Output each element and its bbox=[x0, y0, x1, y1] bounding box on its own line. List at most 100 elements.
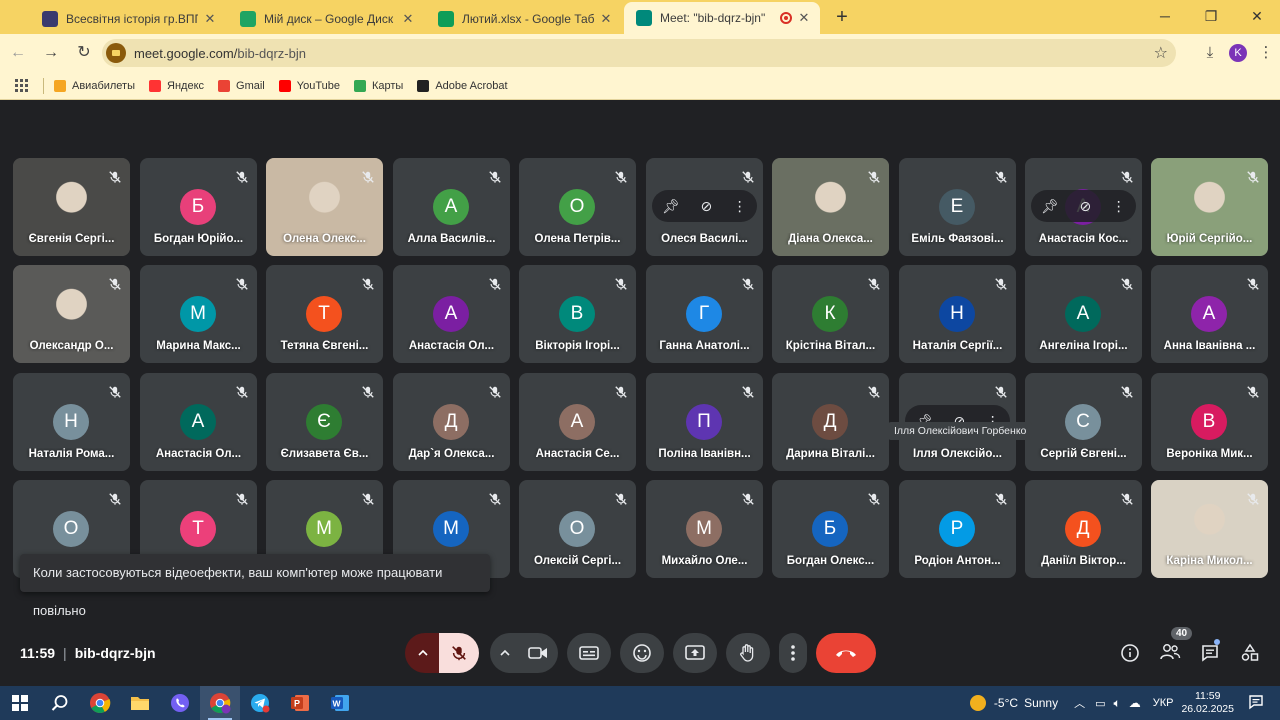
participant-tile[interactable]: М Марина Макс... bbox=[140, 265, 257, 363]
start-button[interactable] bbox=[0, 686, 40, 720]
bookmark-item[interactable]: Яндекс bbox=[149, 79, 204, 92]
volume-icon[interactable]: 🔈︎ bbox=[1114, 696, 1121, 711]
more-vert-icon[interactable]: ⋮ bbox=[1112, 198, 1126, 215]
participant-tile[interactable]: Б Богдан Юрійо... bbox=[140, 158, 257, 256]
file-explorer-app[interactable] bbox=[120, 686, 160, 720]
participant-tile[interactable]: 📌︎ ⊘ ⋮ Олеся Василі... bbox=[646, 158, 763, 256]
participant-tile[interactable]: О Олексій Сергі... bbox=[519, 480, 636, 578]
clock[interactable]: 11:59 26.02.2025 bbox=[1181, 690, 1234, 716]
participant-tile[interactable]: А Анна Іванівна ... bbox=[1151, 265, 1268, 363]
word-app[interactable]: W bbox=[320, 686, 360, 720]
new-tab-button[interactable]: + bbox=[828, 4, 856, 32]
captions-button[interactable] bbox=[567, 633, 611, 673]
participant-tile[interactable]: Р Родіон Антон... bbox=[899, 480, 1016, 578]
participant-tile[interactable]: Каріна Микол... bbox=[1151, 480, 1268, 578]
participant-tile[interactable]: А Анастасія Ол... bbox=[140, 373, 257, 471]
more-options-button[interactable] bbox=[779, 633, 807, 673]
participant-tile[interactable]: К Крістіна Вітал... bbox=[772, 265, 889, 363]
participant-tile[interactable]: А Анастасія Ол... bbox=[393, 265, 510, 363]
viber-app[interactable] bbox=[160, 686, 200, 720]
chrome-app[interactable] bbox=[80, 686, 120, 720]
participant-tile[interactable]: Б Богдан Олекс... bbox=[772, 480, 889, 578]
bookmark-item[interactable]: Gmail bbox=[218, 79, 265, 92]
minimize-button[interactable]: ─ bbox=[1142, 4, 1188, 28]
participant-tile[interactable]: Євгенія Сергі... bbox=[13, 158, 130, 256]
raise-hand-button[interactable] bbox=[726, 633, 770, 673]
chrome-app-active[interactable] bbox=[200, 686, 240, 720]
participant-tile[interactable]: П Поліна Іванівн... bbox=[646, 373, 763, 471]
reload-button[interactable]: ↻ bbox=[69, 38, 99, 68]
more-vert-icon[interactable]: ⋮ bbox=[733, 198, 747, 215]
browser-tab[interactable]: Лютий.xlsx - Google Таблиці ✕ bbox=[426, 4, 622, 34]
participant-tile[interactable]: А📌︎⊘⋮Анастасія Кос... bbox=[1025, 158, 1142, 256]
bookmark-item[interactable]: Adobe Acrobat bbox=[417, 79, 508, 92]
profile-avatar[interactable]: K bbox=[1229, 44, 1247, 62]
close-tab-icon[interactable]: ✕ bbox=[400, 11, 416, 27]
people-button[interactable] bbox=[1158, 643, 1182, 667]
reactions-button[interactable] bbox=[620, 633, 664, 673]
participant-tile[interactable]: О Олена Петрів... bbox=[519, 158, 636, 256]
browser-tab[interactable]: Meet: "bib-dqrz-bjn" ✕ bbox=[624, 2, 820, 34]
battery-icon[interactable]: ▭ bbox=[1095, 697, 1105, 710]
participant-tile[interactable]: Юрій Сергійо... bbox=[1151, 158, 1268, 256]
bookmark-item[interactable]: YouTube bbox=[278, 79, 340, 92]
weather-text[interactable]: Sunny bbox=[1024, 696, 1058, 710]
search-button[interactable] bbox=[40, 686, 80, 720]
participant-tile[interactable]: Д Дар`я Олекса... bbox=[393, 373, 510, 471]
leave-call-button[interactable] bbox=[816, 633, 876, 673]
participant-tile[interactable]: Є Єлизавета Єв... bbox=[266, 373, 383, 471]
mic-options-button[interactable] bbox=[405, 633, 441, 673]
bookmark-item[interactable]: Карты bbox=[353, 79, 403, 92]
participant-tile[interactable]: А Анастасія Се... bbox=[519, 373, 636, 471]
forward-button[interactable]: → bbox=[36, 38, 66, 68]
mic-toggle-button[interactable] bbox=[439, 633, 479, 673]
language-indicator[interactable]: УКР bbox=[1153, 697, 1174, 709]
close-tab-icon[interactable]: ✕ bbox=[202, 11, 218, 27]
pin-icon[interactable]: 📌︎ bbox=[1041, 198, 1059, 215]
bookmark-item[interactable]: Авиабилеты bbox=[54, 79, 135, 92]
weather-temp[interactable]: -5°C bbox=[994, 696, 1018, 710]
bookmark-star-icon[interactable]: ☆ bbox=[1154, 43, 1168, 63]
participant-tile[interactable]: С Сергій Євгені... bbox=[1025, 373, 1142, 471]
participant-tile[interactable]: Т Тетяна Євгені... bbox=[266, 265, 383, 363]
participant-tile[interactable]: Н Наталія Сергії... bbox=[899, 265, 1016, 363]
apps-grid-icon[interactable] bbox=[15, 78, 29, 93]
back-button[interactable]: ← bbox=[3, 38, 33, 68]
participant-tile[interactable]: Е Еміль Фаязові... bbox=[899, 158, 1016, 256]
maximize-button[interactable]: ❐ bbox=[1188, 4, 1234, 28]
participant-tile[interactable]: Олександр О... bbox=[13, 265, 130, 363]
participant-tile[interactable]: А Алла Василів... bbox=[393, 158, 510, 256]
weather-sun-icon[interactable] bbox=[969, 695, 986, 711]
address-bar[interactable]: meet.google.com/bib-dqrz-bjn ☆ bbox=[102, 39, 1176, 67]
participant-tile[interactable]: Г Ганна Анатолі... bbox=[646, 265, 763, 363]
pin-icon[interactable]: 📌︎ bbox=[662, 198, 680, 215]
participant-tile[interactable]: Д Дарина Віталі... bbox=[772, 373, 889, 471]
chat-button[interactable] bbox=[1198, 643, 1222, 667]
participant-tile[interactable]: М Михайло Оле... bbox=[646, 480, 763, 578]
participant-tile[interactable]: В Вікторія Ігорі... bbox=[519, 265, 636, 363]
notifications-icon[interactable] bbox=[1248, 694, 1264, 713]
site-info-icon[interactable] bbox=[106, 43, 126, 63]
participant-tile[interactable]: Н Наталія Рома... bbox=[13, 373, 130, 471]
close-tab-icon[interactable]: ✕ bbox=[796, 10, 812, 26]
powerpoint-app[interactable]: P bbox=[280, 686, 320, 720]
mute-participant-icon[interactable]: ⊘ bbox=[701, 198, 713, 215]
chevron-up-icon[interactable]: ︿ bbox=[1074, 695, 1085, 711]
download-icon[interactable]: ⤓ bbox=[1196, 40, 1224, 66]
browser-tab[interactable]: Мій диск – Google Диск ✕ bbox=[228, 4, 424, 34]
menu-kebab-icon[interactable]: ⋮ bbox=[1252, 40, 1280, 66]
mute-participant-icon[interactable]: ⊘ bbox=[1080, 198, 1092, 215]
meeting-details-button[interactable] bbox=[1118, 643, 1142, 667]
browser-tab[interactable]: Всесвітня історія гр.ВПП 23-3 ✕ bbox=[30, 4, 226, 34]
present-screen-button[interactable] bbox=[673, 633, 717, 673]
telegram-app[interactable] bbox=[240, 686, 280, 720]
network-icon[interactable]: ☁︎ bbox=[1129, 696, 1141, 710]
close-tab-icon[interactable]: ✕ bbox=[598, 11, 614, 27]
participant-tile[interactable]: В Вероніка Мик... bbox=[1151, 373, 1268, 471]
camera-toggle-button[interactable] bbox=[518, 633, 558, 673]
participant-tile[interactable]: А Ангеліна Ігорі... bbox=[1025, 265, 1142, 363]
participant-tile[interactable]: Діана Олекса... bbox=[772, 158, 889, 256]
activities-button[interactable] bbox=[1238, 643, 1262, 667]
participant-tile[interactable]: Д Даніїл Віктор... bbox=[1025, 480, 1142, 578]
close-window-button[interactable]: ✕ bbox=[1234, 4, 1280, 28]
